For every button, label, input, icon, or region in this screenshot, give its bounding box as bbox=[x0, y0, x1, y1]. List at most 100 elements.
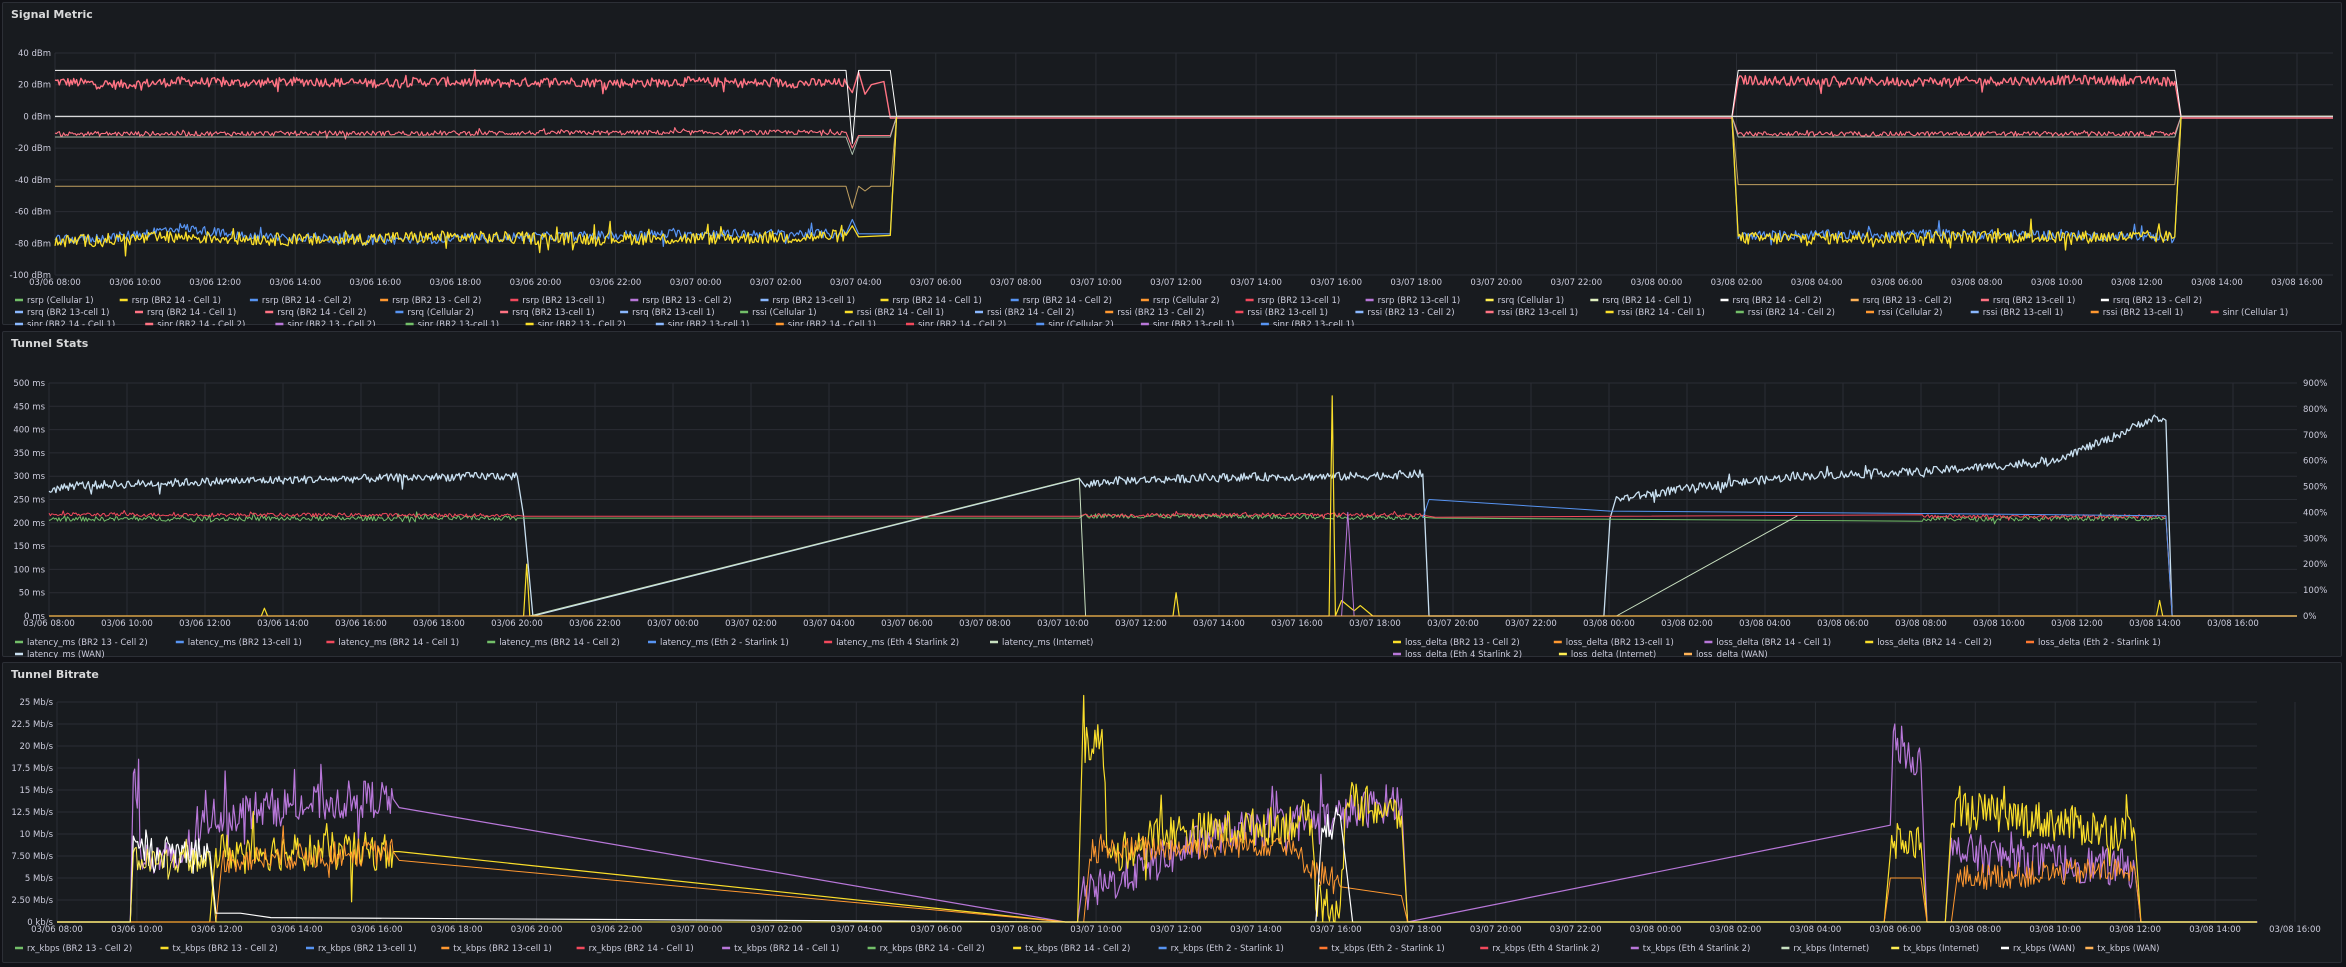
legend-entry: tx_kbps (BR2 13 - Cell 2) bbox=[173, 944, 278, 954]
legend-entry: rssi (BR2 13 - Cell 2) bbox=[1367, 308, 1454, 318]
legend-entry: tx_kbps (Internet) bbox=[1903, 944, 1979, 954]
legend-entry: rsrp (BR2 13-cell 1) bbox=[1378, 296, 1461, 306]
x-tick-label: 03/07 16:00 bbox=[1310, 925, 1362, 935]
x-tick-label: 03/07 02:00 bbox=[751, 925, 803, 935]
legend-entry: rsrp (BR2 14 - Cell 2) bbox=[262, 296, 351, 306]
y2-tick-label: 500% bbox=[2303, 483, 2327, 493]
legend-entry: rsrq (BR2 14 - Cell 1) bbox=[1602, 296, 1691, 306]
x-tick-label: 03/06 20:00 bbox=[491, 619, 543, 629]
legend-entry: rx_kbps (Internet) bbox=[1793, 944, 1869, 954]
legend-entry: loss_delta (WAN) bbox=[1696, 650, 1768, 658]
y2-tick-label: 400% bbox=[2303, 508, 2327, 518]
x-tick-label: 03/07 04:00 bbox=[830, 278, 882, 288]
y-tick-label: 2.50 Mb/s bbox=[11, 896, 53, 906]
x-tick-label: 03/07 10:00 bbox=[1070, 278, 1122, 288]
x-tick-label: 03/08 08:00 bbox=[1895, 619, 1947, 629]
tunnel-bitrate-panel: Tunnel Bitrate 25 Mb/s 22.5 Mb/s 20 Mb/s 17… bbox=[2, 662, 2342, 963]
x-tick-label: 03/07 02:00 bbox=[725, 619, 777, 629]
legend-entry: rsrp (Cellular 2) bbox=[1153, 296, 1220, 306]
x-tick-label: 03/07 04:00 bbox=[830, 925, 882, 935]
tunnel-bitrate-chart: 25 Mb/s 22.5 Mb/s 20 Mb/s 17.5 Mb/s 15 Mb/s 1… bbox=[11, 694, 2321, 954]
legend-entry: latency_ms (Eth 2 - Starlink 1) bbox=[660, 638, 789, 648]
y-tick-label: 15 Mb/s bbox=[19, 786, 53, 796]
x-tick-label: 03/08 00:00 bbox=[1583, 619, 1635, 629]
y-tick-label: -60 dBm bbox=[15, 208, 51, 218]
legend-entry: rsrq (BR2 13 - Cell 2) bbox=[1863, 296, 1952, 306]
y-tick-label: 0 dBm bbox=[23, 112, 51, 122]
legend-entry: rssi (BR2 14 - Cell 1) bbox=[1618, 308, 1705, 318]
legend-entry: rsrp (BR2 13-cell 1) bbox=[1258, 296, 1341, 306]
y-tick-label: 250 ms bbox=[13, 496, 45, 506]
y2-tick-label: 700% bbox=[2303, 431, 2327, 441]
x-tick-label: 03/07 00:00 bbox=[671, 925, 723, 935]
x-tick-label: 03/06 10:00 bbox=[109, 278, 161, 288]
x-tick-label: 03/07 00:00 bbox=[647, 619, 699, 629]
x-tick-label: 03/08 02:00 bbox=[1710, 925, 1762, 935]
x-tick-label: 03/07 12:00 bbox=[1115, 619, 1167, 629]
series-line bbox=[54, 115, 2333, 247]
x-tick-label: 03/07 22:00 bbox=[1550, 925, 1602, 935]
legend-entry: loss_delta (BR2 14 - Cell 2) bbox=[1877, 638, 1992, 648]
y2-tick-label: 0% bbox=[2303, 612, 2317, 622]
series-line bbox=[48, 510, 2297, 617]
x-tick-label: 03/07 18:00 bbox=[1390, 278, 1442, 288]
legend-entry: rsrp (BR2 14 - Cell 2) bbox=[1023, 296, 1112, 306]
y-tick-label: 450 ms bbox=[13, 402, 45, 412]
legend-entry: tx_kbps (BR2 14 - Cell 2) bbox=[1025, 944, 1130, 954]
x-tick-label: 03/07 12:00 bbox=[1150, 925, 1202, 935]
x-tick-label: 03/07 10:00 bbox=[1070, 925, 1122, 935]
legend-entry: rsrp (BR2 13 - Cell 2) bbox=[642, 296, 731, 306]
tunnel-stats-panel: Tunnel Stats 500 ms 450 ms 400 ms 350 ms 300… bbox=[2, 331, 2342, 658]
legend-entry: sinr (BR2 14 - Cell 2) bbox=[157, 320, 245, 326]
legend-entry: rsrq (BR2 14 - Cell 2) bbox=[277, 308, 366, 318]
y2-tick-label: 300% bbox=[2303, 534, 2327, 544]
x-tick-label: 03/08 04:00 bbox=[1791, 278, 1843, 288]
y2-tick-label: 800% bbox=[2303, 405, 2327, 415]
x-tick-label: 03/06 08:00 bbox=[29, 278, 81, 288]
x-tick-label: 03/07 14:00 bbox=[1230, 925, 1282, 935]
legend-entry: sinr (BR2 14 - Cell 1) bbox=[788, 320, 876, 326]
x-tick-label: 03/08 06:00 bbox=[1870, 925, 1922, 935]
legend-entry: rsrq (BR2 14 - Cell 1) bbox=[147, 308, 236, 318]
x-tick-label: 03/07 00:00 bbox=[670, 278, 722, 288]
x-tick-label: 03/07 06:00 bbox=[910, 925, 962, 935]
y-tick-label: 5 Mb/s bbox=[25, 874, 54, 884]
x-tick-label: 03/07 14:00 bbox=[1193, 619, 1245, 629]
x-tick-label: 03/07 08:00 bbox=[990, 278, 1042, 288]
x-tick-label: 03/08 00:00 bbox=[1630, 925, 1682, 935]
legend-entry: sinr (BR2 13-cell 1) bbox=[1273, 320, 1354, 326]
legend-entry: latency_ms (BR2 13-cell 1) bbox=[188, 638, 302, 648]
x-tick-label: 03/06 18:00 bbox=[413, 619, 465, 629]
series-line bbox=[55, 115, 2333, 209]
legend-entry: rsrq (BR2 13-cell 1) bbox=[1993, 296, 2075, 306]
x-tick-label: 03/06 22:00 bbox=[591, 925, 643, 935]
x-tick-label: 03/07 20:00 bbox=[1427, 619, 1479, 629]
legend-entry: rsrq (BR2 13 - Cell 2) bbox=[2113, 296, 2202, 306]
legend-entry: tx_kbps (BR2 14 - Cell 1) bbox=[734, 944, 839, 954]
legend-entry: loss_delta (Eth 2 - Starlink 1) bbox=[2038, 638, 2161, 648]
legend-entry: sinr (Cellular 2) bbox=[1048, 320, 1113, 326]
x-tick-label: 03/07 14:00 bbox=[1230, 278, 1282, 288]
legend-entry: rssi (BR2 14 - Cell 1) bbox=[857, 308, 944, 318]
x-tick-label: 03/06 16:00 bbox=[335, 619, 387, 629]
y-tick-label: 400 ms bbox=[13, 426, 45, 436]
legend-entry: sinr (BR2 13-cell 1) bbox=[1153, 320, 1234, 326]
x-tick-label: 03/06 14:00 bbox=[271, 925, 323, 935]
legend-entry: rssi (Cellular 2) bbox=[1878, 308, 1943, 318]
x-tick-label: 03/08 16:00 bbox=[2269, 925, 2321, 935]
legend-entry: rsrp (BR2 13-cell 1) bbox=[522, 296, 605, 306]
x-tick-label: 03/07 20:00 bbox=[1470, 278, 1522, 288]
x-tick-label: 03/06 12:00 bbox=[179, 619, 231, 629]
x-tick-label: 03/06 16:00 bbox=[349, 278, 401, 288]
y-tick-label: -20 dBm bbox=[15, 144, 51, 154]
series-line bbox=[49, 395, 2297, 617]
y-tick-label: 22.5 Mb/s bbox=[11, 720, 53, 730]
y-tick-label: 50 ms bbox=[19, 589, 46, 599]
y-tick-label: 200 ms bbox=[13, 519, 45, 529]
legend-entry: loss_delta (BR2 13 - Cell 2) bbox=[1405, 638, 1520, 648]
series-line bbox=[54, 115, 2333, 149]
legend-entry: sinr (BR2 14 - Cell 2) bbox=[918, 320, 1006, 326]
y-tick-label: 25 Mb/s bbox=[19, 698, 53, 708]
legend-entry: rsrq (BR2 13-cell 1) bbox=[27, 308, 109, 318]
x-tick-label: 03/07 06:00 bbox=[910, 278, 962, 288]
